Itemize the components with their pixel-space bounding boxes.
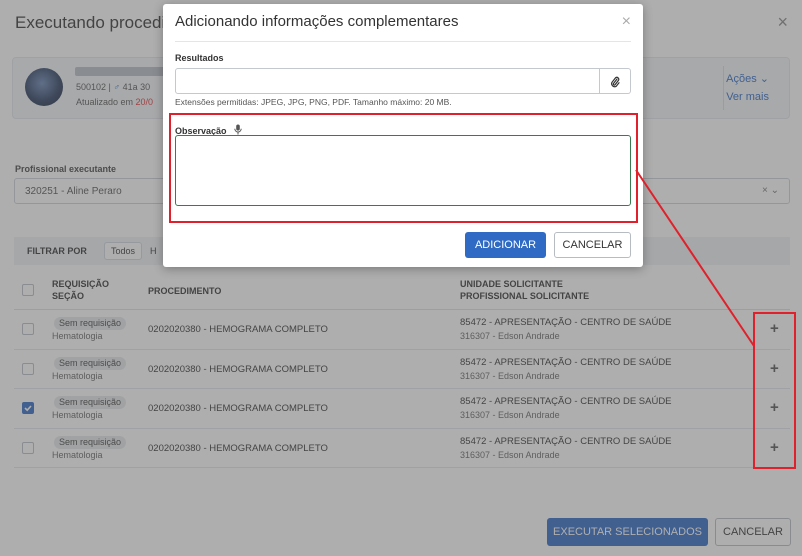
annotation-connector <box>635 169 755 347</box>
